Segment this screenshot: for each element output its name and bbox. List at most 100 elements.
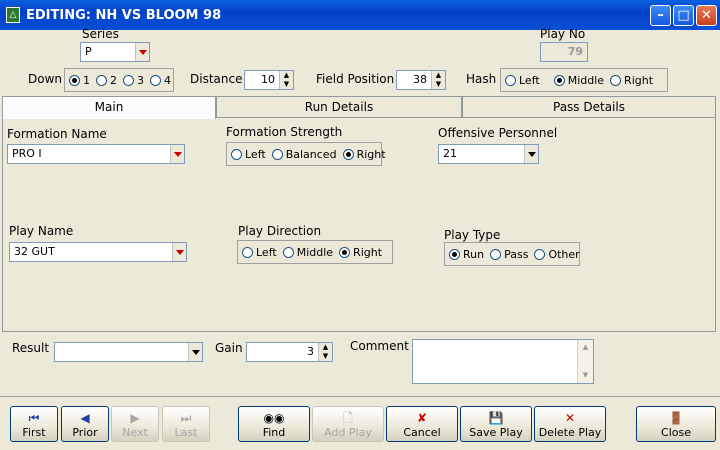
play-direction-radio-left[interactable]: Left: [242, 246, 277, 259]
down-label: Down: [28, 72, 63, 86]
formation-strength-radio-balanced[interactable]: Balanced: [271, 148, 337, 161]
strength-balanced-dot-icon: [271, 148, 283, 160]
gain-spinner[interactable]: 3 ▲ ▼: [246, 342, 333, 362]
field-position-label: Field Position: [316, 72, 395, 86]
play-direction-label: Play Direction: [238, 224, 322, 238]
type-pass-dot-icon: [490, 248, 502, 260]
offensive-personnel-value: 21: [443, 147, 457, 160]
close-button[interactable]: 🚪 Close: [636, 406, 716, 442]
series-dropdown[interactable]: P: [80, 42, 150, 62]
last-record-icon: ⏭: [180, 411, 192, 425]
tab-bar: Main Run Details Pass Details: [2, 96, 716, 119]
next-button[interactable]: ▶ Next: [111, 406, 159, 442]
tab-run-details[interactable]: Run Details: [216, 96, 462, 118]
add-play-button[interactable]: 🗋 Add Play: [312, 406, 384, 442]
first-record-icon: ⏮: [28, 411, 40, 425]
down-radio-2[interactable]: 2: [96, 74, 117, 87]
play-no-field: 79: [540, 42, 588, 62]
new-document-icon: 🗋: [343, 411, 353, 425]
play-name-dropdown[interactable]: 32 GUT: [9, 242, 187, 262]
comment-scrollbar[interactable]: ▲ ▼: [577, 340, 593, 383]
distance-label: Distance: [190, 72, 243, 86]
play-type-radio-pass[interactable]: Pass: [490, 248, 528, 261]
result-label: Result: [12, 341, 50, 355]
play-no-value: 79: [567, 45, 583, 58]
formation-name-dropdown-arrow-icon[interactable]: [170, 145, 184, 163]
direction-right-dot-icon: [339, 246, 351, 258]
hash-radio-middle[interactable]: Middle: [553, 74, 604, 87]
app-icon: △: [6, 7, 20, 23]
exit-door-icon: 🚪: [668, 411, 684, 425]
offensive-personnel-dropdown-arrow-icon[interactable]: [524, 145, 538, 163]
hash-radio-left[interactable]: Left: [505, 74, 540, 87]
hash-radio-group: Left Middle Right: [500, 68, 668, 92]
direction-left-dot-icon: [242, 246, 253, 258]
delete-x-icon: ✕: [564, 411, 576, 425]
minimize-button[interactable]: –: [650, 5, 671, 26]
formation-name-dropdown[interactable]: PRO I: [7, 144, 185, 164]
prior-button[interactable]: ◀ Prior: [61, 406, 109, 442]
play-type-radio-group: Run Pass Other: [444, 242, 580, 266]
field-position-spin-arrows-icon[interactable]: ▲ ▼: [431, 71, 445, 89]
type-run-dot-icon: [449, 248, 460, 260]
find-button[interactable]: ◉◉ Find: [238, 406, 310, 442]
hash-label: Hash: [466, 72, 497, 86]
strength-right-dot-icon: [342, 148, 354, 160]
window-title: EDITING: NH VS BLOOM 98: [26, 7, 222, 23]
down-radio-4[interactable]: 4: [150, 74, 171, 87]
result-dropdown-arrow-icon[interactable]: [188, 343, 202, 361]
gain-spin-arrows-icon[interactable]: ▲ ▼: [318, 343, 332, 361]
formation-strength-radio-left[interactable]: Left: [231, 148, 266, 161]
play-name-dropdown-arrow-icon[interactable]: [172, 243, 186, 261]
binoculars-icon: ◉◉: [263, 411, 285, 425]
distance-value: 10: [261, 73, 275, 86]
distance-spinner[interactable]: 10 ▲ ▼: [244, 70, 294, 90]
formation-name-label: Formation Name: [7, 127, 107, 141]
series-dropdown-arrow-icon[interactable]: [135, 43, 149, 61]
field-position-spinner[interactable]: 38 ▲ ▼: [396, 70, 446, 90]
maximize-button[interactable]: □: [673, 5, 694, 26]
first-button[interactable]: ⏮ First: [10, 406, 58, 442]
gain-value: 3: [307, 345, 314, 358]
down-radio-3[interactable]: 3: [123, 74, 144, 87]
play-direction-radio-middle[interactable]: Middle: [282, 246, 333, 259]
close-window-button[interactable]: ✕: [696, 5, 717, 26]
result-dropdown[interactable]: [54, 342, 203, 362]
down-3-dot-icon: [123, 74, 134, 86]
play-type-radio-other[interactable]: Other: [534, 248, 580, 261]
tab-pass-details[interactable]: Pass Details: [462, 96, 716, 118]
offensive-personnel-dropdown[interactable]: 21: [438, 144, 539, 164]
cancel-button[interactable]: ✘ Cancel: [386, 406, 458, 442]
tab-main[interactable]: Main: [2, 96, 216, 119]
offensive-personnel-label: Offensive Personnel: [438, 126, 558, 140]
hash-radio-right[interactable]: Right: [610, 74, 653, 87]
series-label: Series: [82, 27, 119, 41]
hash-right-dot-icon: [610, 74, 622, 86]
field-position-value: 38: [413, 73, 427, 86]
play-direction-radio-right[interactable]: Right: [339, 246, 382, 259]
down-radio-1[interactable]: 1: [69, 74, 90, 87]
play-name-label: Play Name: [9, 224, 74, 238]
play-type-radio-run[interactable]: Run: [449, 248, 484, 261]
type-other-dot-icon: [534, 248, 546, 260]
delete-play-button[interactable]: ✕ Delete Play: [534, 406, 606, 442]
distance-spin-arrows-icon[interactable]: ▲ ▼: [279, 71, 293, 89]
play-direction-radio-group: Left Middle Right: [237, 240, 393, 264]
down-4-dot-icon: [150, 74, 161, 86]
strength-left-dot-icon: [231, 148, 242, 160]
last-button[interactable]: ⏭ Last: [162, 406, 210, 442]
formation-strength-radio-right[interactable]: Right: [342, 148, 386, 161]
title-bar[interactable]: △ EDITING: NH VS BLOOM 98 – □ ✕: [0, 0, 720, 30]
next-record-icon: ▶: [130, 411, 140, 425]
comment-textarea[interactable]: ▲ ▼: [412, 339, 594, 384]
series-value: P: [85, 45, 92, 58]
prior-record-icon: ◀: [80, 411, 90, 425]
gain-label: Gain: [215, 341, 243, 355]
save-play-button[interactable]: 💾 Save Play: [460, 406, 532, 442]
down-2-dot-icon: [96, 74, 107, 86]
floppy-disk-icon: 💾: [488, 411, 504, 425]
down-radio-group: 1 2 3 4: [64, 68, 174, 92]
down-1-dot-icon: [69, 74, 80, 86]
formation-strength-radio-group: Left Balanced Right: [226, 142, 386, 166]
hash-left-dot-icon: [505, 74, 516, 86]
